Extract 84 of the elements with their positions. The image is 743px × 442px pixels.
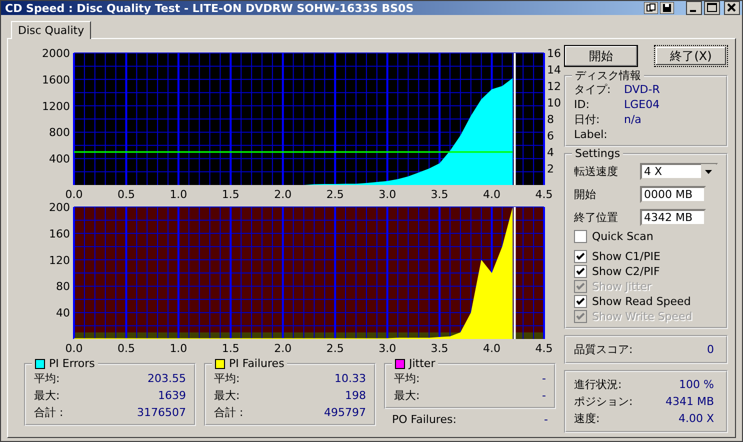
- checkbox-label: Show C1/PIE: [592, 250, 660, 263]
- axis-label: 4.0: [483, 188, 501, 199]
- axis-label: 4.5: [535, 188, 553, 199]
- axis-label: 800: [49, 126, 70, 140]
- axis-label: 12: [547, 80, 561, 93]
- axis-label: 3.5: [430, 342, 448, 353]
- stat-value: 10.33: [334, 371, 366, 387]
- stat-value: 198: [345, 388, 366, 404]
- group-title: Jitter: [409, 357, 436, 370]
- info-label: ID:: [574, 97, 590, 112]
- axis-label: 2.5: [326, 342, 344, 353]
- axis-label: 1.0: [170, 342, 188, 353]
- info-label: 日付:: [574, 112, 601, 127]
- field-label: 開始: [574, 187, 596, 202]
- stat-label: 平均:: [34, 371, 60, 387]
- axis-label: 1.5: [222, 188, 240, 199]
- axis-label: 1200: [42, 100, 70, 113]
- stat-value: -: [542, 388, 546, 404]
- axis-label: 14: [547, 64, 561, 76]
- axis-label: 0.5: [117, 342, 135, 353]
- group-title: PI Failures: [229, 357, 284, 370]
- axis-label: 1.5: [222, 342, 240, 353]
- axis-label: 6: [547, 130, 554, 142]
- info-value: LGE04: [624, 97, 660, 112]
- axis-label: 10: [547, 96, 561, 110]
- axis-label: 1600: [42, 73, 70, 86]
- group-title: PI Errors: [49, 357, 95, 370]
- progress-label: ポジション:: [574, 394, 633, 410]
- stat-value: 495797: [324, 405, 366, 421]
- axis-label: 400: [49, 152, 70, 166]
- progress-label: 速度:: [574, 411, 600, 427]
- axis-label: 1.0: [170, 188, 188, 199]
- axis-label: 4.0: [483, 342, 501, 353]
- axis-label: 2.0: [274, 188, 292, 199]
- field-label: 終了位置: [574, 210, 618, 225]
- stat-value: 1639: [158, 388, 186, 404]
- axis-label: 3.5: [430, 188, 448, 199]
- axis-label: 120: [49, 254, 70, 267]
- axis-label: 160: [49, 227, 70, 240]
- info-value: n/a: [624, 112, 642, 127]
- progress-value: 4.00 X: [678, 411, 714, 427]
- axis-label: 3.0: [378, 342, 396, 353]
- axis-label: 2000: [42, 47, 70, 60]
- group-title: ディスク情報: [575, 69, 641, 82]
- stat-value: -: [544, 412, 548, 428]
- axis-label: 200: [49, 201, 70, 214]
- axis-label: 3.0: [378, 188, 396, 199]
- score-value: 0: [707, 342, 714, 358]
- stat-label: 最大:: [34, 388, 60, 404]
- stat-value: 3176507: [137, 405, 186, 421]
- stat-label: PO Failures:: [392, 412, 456, 428]
- stat-value: 203.55: [148, 371, 186, 387]
- axis-label: 4.5: [535, 342, 553, 353]
- axis-label: 2.0: [274, 342, 292, 353]
- axis-label: 40: [56, 306, 70, 320]
- progress-value: 4341 MB: [665, 394, 714, 410]
- axis-label: 80: [56, 280, 70, 294]
- info-label: Label:: [574, 127, 608, 142]
- stat-label: 合計 :: [214, 405, 244, 421]
- progress-value: 100 %: [679, 377, 714, 393]
- axis-label: 2.5: [326, 188, 344, 199]
- group-title: Settings: [575, 147, 620, 160]
- axis-label: 2: [547, 162, 554, 176]
- axis-label: 0.0: [65, 342, 83, 353]
- axis-label: 0.5: [117, 188, 135, 199]
- stat-value: -: [542, 371, 546, 387]
- stat-label: 最大:: [394, 388, 420, 404]
- stat-label: 平均:: [394, 371, 420, 387]
- info-value: DVD-R: [624, 82, 660, 97]
- checkbox-label: Show Read Speed: [592, 295, 691, 308]
- axis-label: 16: [547, 47, 561, 60]
- progress-label: 進行状況:: [574, 377, 622, 393]
- stat-label: 合計 :: [34, 405, 64, 421]
- info-label: タイプ:: [574, 82, 612, 97]
- axis-label: 8: [547, 113, 554, 126]
- window-title: CD Speed : Disc Quality Test - LITE-ON DVDRW SOHW-1633S BS0S: [5, 2, 415, 14]
- stat-label: 平均:: [214, 371, 240, 387]
- checkbox-label: Quick Scan: [592, 230, 654, 243]
- axis-label: 4: [547, 146, 554, 159]
- field-label: 転送速度: [574, 164, 618, 179]
- stat-label: 最大:: [214, 388, 240, 404]
- axis-label: 0.0: [65, 188, 83, 199]
- score-label: 品質スコア:: [574, 342, 633, 358]
- checkbox-label: Show C2/PIF: [592, 265, 660, 278]
